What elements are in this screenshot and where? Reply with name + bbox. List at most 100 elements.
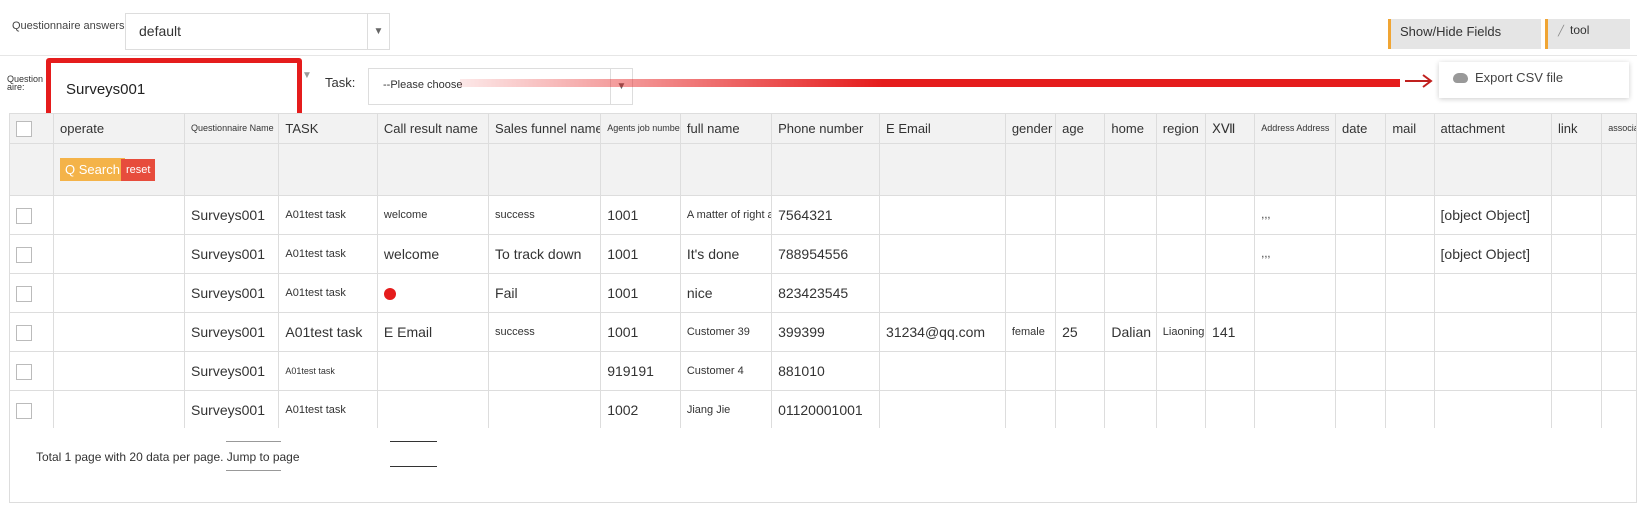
table-row[interactable]: Surveys001 A01test task welcome To track… [9, 234, 1637, 274]
cell-region [1155, 390, 1207, 428]
tool-button[interactable]: ╱ tool [1545, 19, 1630, 49]
chevron-down-icon: ▼ [367, 14, 389, 49]
cell-date [1335, 195, 1387, 235]
cell-agent-job-number: 1002 [600, 390, 681, 428]
row-checkbox[interactable] [16, 402, 32, 419]
cell-attachment[interactable] [1433, 351, 1552, 391]
row-checkbox[interactable] [16, 207, 32, 224]
filter-cell[interactable] [488, 143, 602, 196]
filter-cell[interactable] [278, 143, 378, 196]
cell-17 [1205, 273, 1256, 313]
export-csv-menu-item[interactable]: Export CSV file [1439, 62, 1629, 98]
filter-cell[interactable] [1155, 143, 1207, 196]
cell-association [1601, 195, 1637, 235]
cell-email [879, 390, 1006, 428]
cell-attachment[interactable] [1433, 273, 1552, 313]
filter-cell[interactable] [1055, 143, 1106, 196]
cell-17 [1205, 195, 1256, 235]
cell-age [1055, 273, 1106, 313]
pagination-footer: Total 1 page with 20 data per page. Jump… [9, 428, 1637, 503]
cell-sales-funnel: Fail [488, 273, 602, 313]
cell-attachment[interactable]: [object Object] [1433, 195, 1552, 235]
cell-agent-job-number: 1001 [600, 312, 681, 352]
filter-cell[interactable] [1254, 143, 1337, 196]
col-header: full name [679, 113, 773, 144]
cell-age [1055, 351, 1106, 391]
row-checkbox[interactable] [16, 246, 32, 263]
jump-to-page-input[interactable] [226, 441, 281, 471]
go-page-button[interactable] [390, 441, 437, 467]
filter-cell[interactable] [1104, 143, 1157, 196]
cell-operate [53, 390, 186, 428]
filter-cell[interactable] [1550, 143, 1603, 196]
filter-cell[interactable] [1385, 143, 1435, 196]
table-header-row: operate Questionnaire Name TASK Call res… [9, 113, 1637, 144]
cell-attachment[interactable] [1433, 312, 1552, 352]
cell-date [1335, 390, 1387, 428]
top-bar: Questionnaire answers default ▼ Show/Hid… [0, 0, 1637, 56]
questionnaire-input[interactable]: Surveys001 [46, 58, 302, 118]
cell-region: Liaoning [1155, 312, 1207, 352]
table-row[interactable]: Surveys001 A01test task 1002 Jiang Jie 0… [9, 390, 1637, 428]
cell-operate [53, 312, 186, 352]
filter-cell[interactable] [771, 143, 881, 196]
cell-address [1254, 273, 1337, 313]
cell-task: A01test task [278, 195, 378, 235]
col-header: Call result name [376, 113, 490, 144]
row-checkbox[interactable] [16, 324, 32, 341]
questionnaire-dropdown-icon[interactable]: ▼ [302, 70, 312, 81]
col-header: Questionnaire Name [184, 113, 280, 144]
answers-select[interactable]: default ▼ [125, 13, 390, 50]
cell-link [1550, 195, 1603, 235]
row-checkbox[interactable] [16, 285, 32, 302]
cell-attachment[interactable] [1433, 390, 1552, 428]
cell-email: 31234@qq.com [879, 312, 1006, 352]
row-checkbox[interactable] [16, 363, 32, 380]
show-hide-fields-button[interactable]: Show/Hide Fields [1388, 19, 1541, 49]
filter-cell[interactable] [1004, 143, 1057, 196]
filter-cell[interactable] [376, 143, 490, 196]
answers-label: Questionnaire answers [12, 20, 125, 32]
filter-cell[interactable] [184, 143, 280, 196]
cell-home [1104, 273, 1157, 313]
select-all-checkbox[interactable] [16, 120, 32, 137]
col-header: home [1104, 113, 1157, 144]
filter-cell[interactable] [600, 143, 681, 196]
table-row[interactable]: Surveys001 A01test task E Email success … [9, 312, 1637, 352]
filter-cell[interactable] [879, 143, 1006, 196]
col-header: link [1550, 113, 1603, 144]
col-header: date [1335, 113, 1387, 144]
table-row[interactable]: Surveys001 A01test task 919191 Customer … [9, 351, 1637, 391]
export-csv-label: Export CSV file [1475, 70, 1564, 85]
cell-attachment[interactable]: [object Object] [1433, 234, 1552, 274]
filter-cell[interactable] [1601, 143, 1637, 196]
cell-link [1550, 312, 1603, 352]
cell-call-result [376, 351, 490, 391]
table-row[interactable]: Surveys001 A01test task welcome success … [9, 195, 1637, 235]
filter-cell[interactable] [679, 143, 773, 196]
cell-sales-funnel [488, 351, 602, 391]
task-select-value: --Please choose [383, 79, 463, 91]
cell-age [1055, 234, 1106, 274]
cell-age: 25 [1055, 312, 1106, 352]
col-header: Agents job number [600, 113, 681, 144]
table-row[interactable]: Surveys001 A01test task Fail 1001 nice 8… [9, 273, 1637, 313]
col-header: Address Address [1254, 113, 1337, 144]
filter-cell[interactable] [1335, 143, 1387, 196]
row-select-cell [9, 390, 55, 428]
cell-agent-job-number: 1001 [600, 273, 681, 313]
row-select-cell [9, 195, 55, 235]
filter-cell [9, 143, 55, 196]
cell-sales-funnel: success [488, 195, 602, 235]
cell-sales-funnel: To track down [488, 234, 602, 274]
filter-cell[interactable] [1205, 143, 1256, 196]
cell-association [1601, 273, 1637, 313]
questionnaire-label: Question aire: [7, 75, 43, 92]
cell-call-result: E Email [376, 312, 490, 352]
cell-address [1254, 312, 1337, 352]
cell-task: A01test task [278, 273, 378, 313]
search-button[interactable]: Q Search [60, 158, 125, 181]
reset-button[interactable]: reset [120, 158, 156, 181]
filter-cell[interactable] [1433, 143, 1552, 196]
col-header: ⅩⅦ [1205, 113, 1256, 144]
